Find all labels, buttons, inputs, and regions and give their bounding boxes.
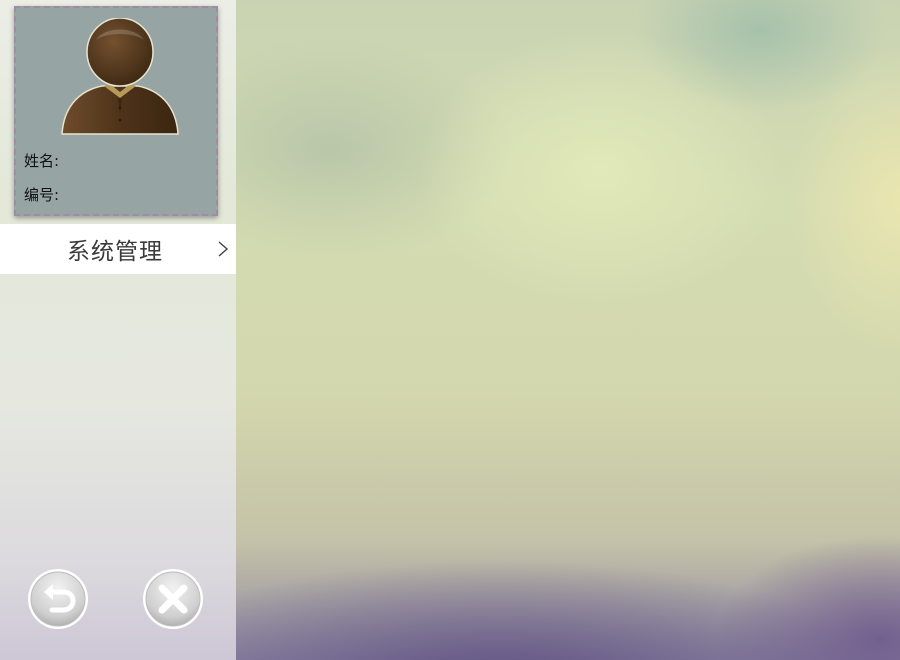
close-x-icon — [143, 569, 203, 629]
chevron-right-icon — [218, 241, 229, 257]
sidebar: 姓名: 编号: 系统管理 — [0, 0, 236, 660]
menu-item-label: 系统管理 — [67, 239, 163, 265]
name-label: 姓名: — [24, 152, 60, 170]
menu-item-system-management[interactable]: 系统管理 — [0, 224, 236, 274]
close-button[interactable] — [141, 567, 205, 631]
id-label: 编号: — [24, 186, 60, 204]
profile-card: 姓名: 编号: — [14, 6, 218, 216]
user-avatar-icon — [61, 18, 179, 135]
back-button[interactable] — [26, 567, 90, 631]
undo-arrow-icon — [28, 569, 88, 629]
